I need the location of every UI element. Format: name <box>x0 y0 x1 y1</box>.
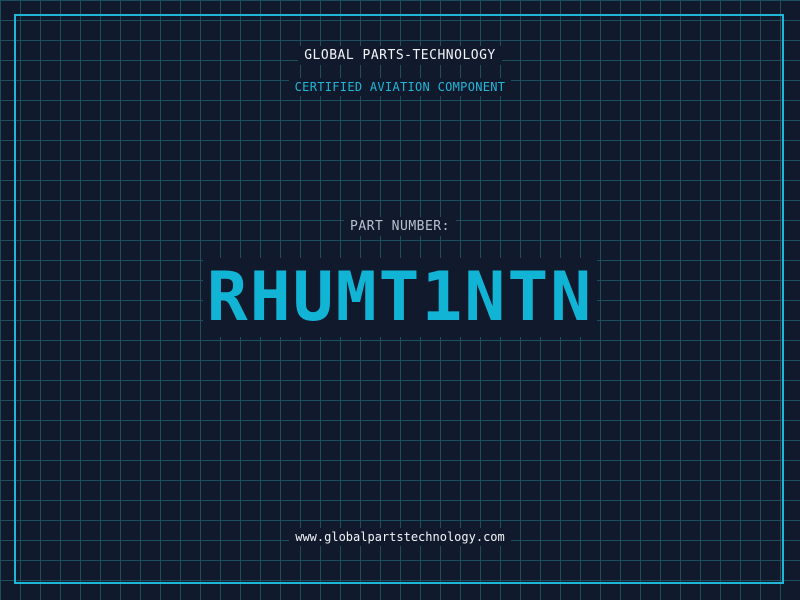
certification-label: CERTIFIED AVIATION COMPONENT <box>288 78 512 96</box>
part-number-row: RHUMT1NTN <box>0 258 800 338</box>
company-name: GLOBAL PARTS-TECHNOLOGY <box>298 46 502 65</box>
part-number-label-row: PART NUMBER: <box>0 217 800 236</box>
website-url: www.globalpartstechnology.com <box>289 528 511 546</box>
certificate-card: GLOBAL PARTS-TECHNOLOGY CERTIFIED AVIATI… <box>0 0 800 600</box>
website-row: www.globalpartstechnology.com <box>0 528 800 546</box>
part-number-value: RHUMT1NTN <box>202 258 598 337</box>
part-number-label: PART NUMBER: <box>344 217 456 236</box>
company-name-row: GLOBAL PARTS-TECHNOLOGY <box>0 46 800 65</box>
certification-row: CERTIFIED AVIATION COMPONENT <box>0 78 800 96</box>
